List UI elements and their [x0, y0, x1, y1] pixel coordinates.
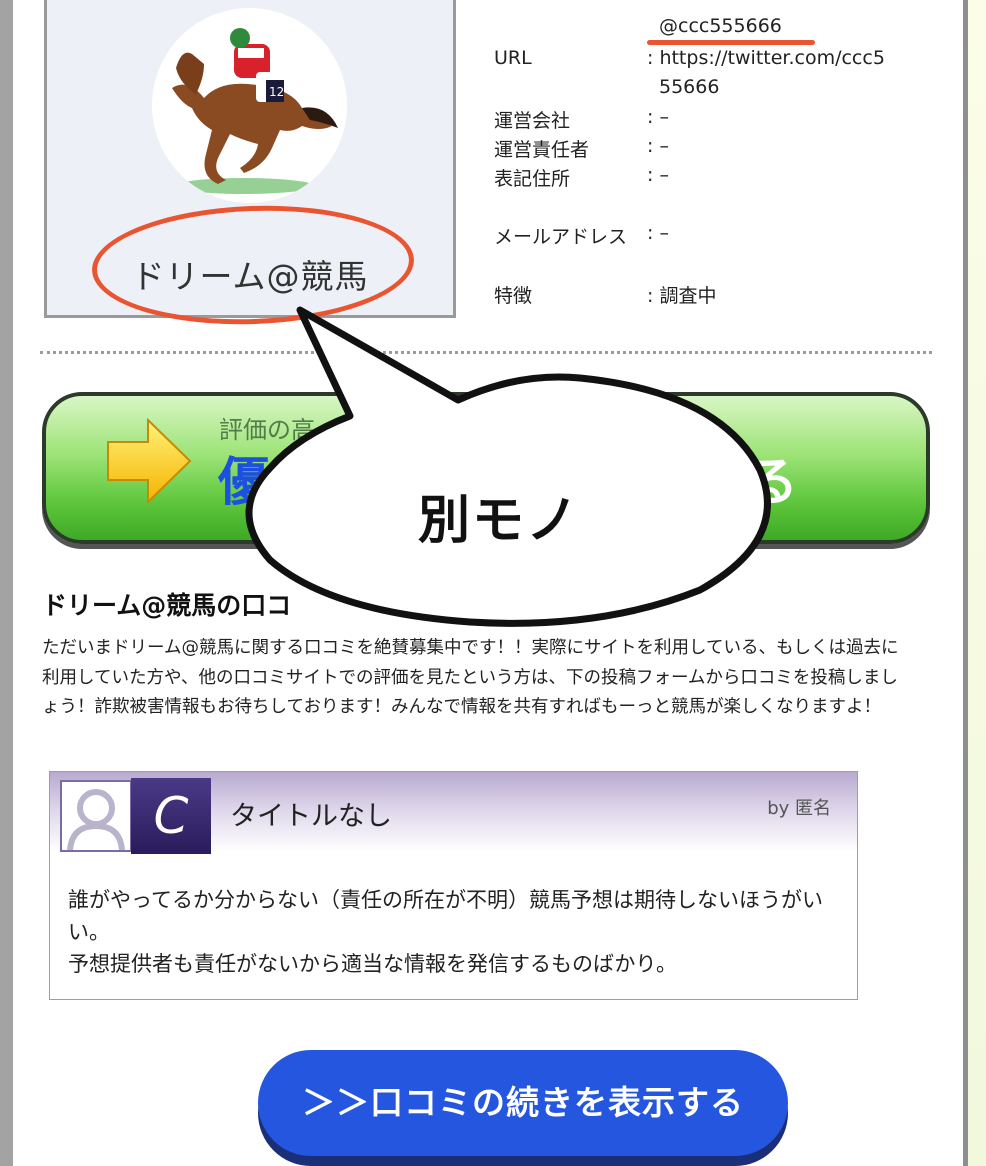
review-author: by 匿名	[767, 798, 831, 819]
review-body-line: 予想提供者も責任がないから適当な情報を発信するものばかり。	[68, 952, 677, 976]
review-card: C タイトルなし by 匿名 誰がやってるか分からない（責任の所在が不明）競馬予…	[49, 771, 858, 1000]
review-body-line: 誰がやってるか分からない（責任の所在が不明）競馬予想は期待しないほうがいい。	[68, 888, 823, 944]
section-title: ドリーム@競馬の口コ	[42, 591, 292, 620]
review-title: タイトルなし	[230, 801, 392, 832]
show-more-reviews-button[interactable]: ＞＞口コミの続きを表示する	[258, 1050, 788, 1156]
intro-paragraph: ただいまドリーム@競馬に関する口コミを絶賛募集中です！！実際にサイトを利用してい…	[42, 638, 899, 717]
user-avatar-icon	[60, 780, 132, 852]
review-grade-badge: C	[131, 778, 211, 854]
callout-text: 別モノ	[418, 491, 581, 551]
review-body: 誰がやってるか分からない（責任の所在が不明）競馬予想は期待しないほうがいい。 予…	[68, 884, 848, 980]
